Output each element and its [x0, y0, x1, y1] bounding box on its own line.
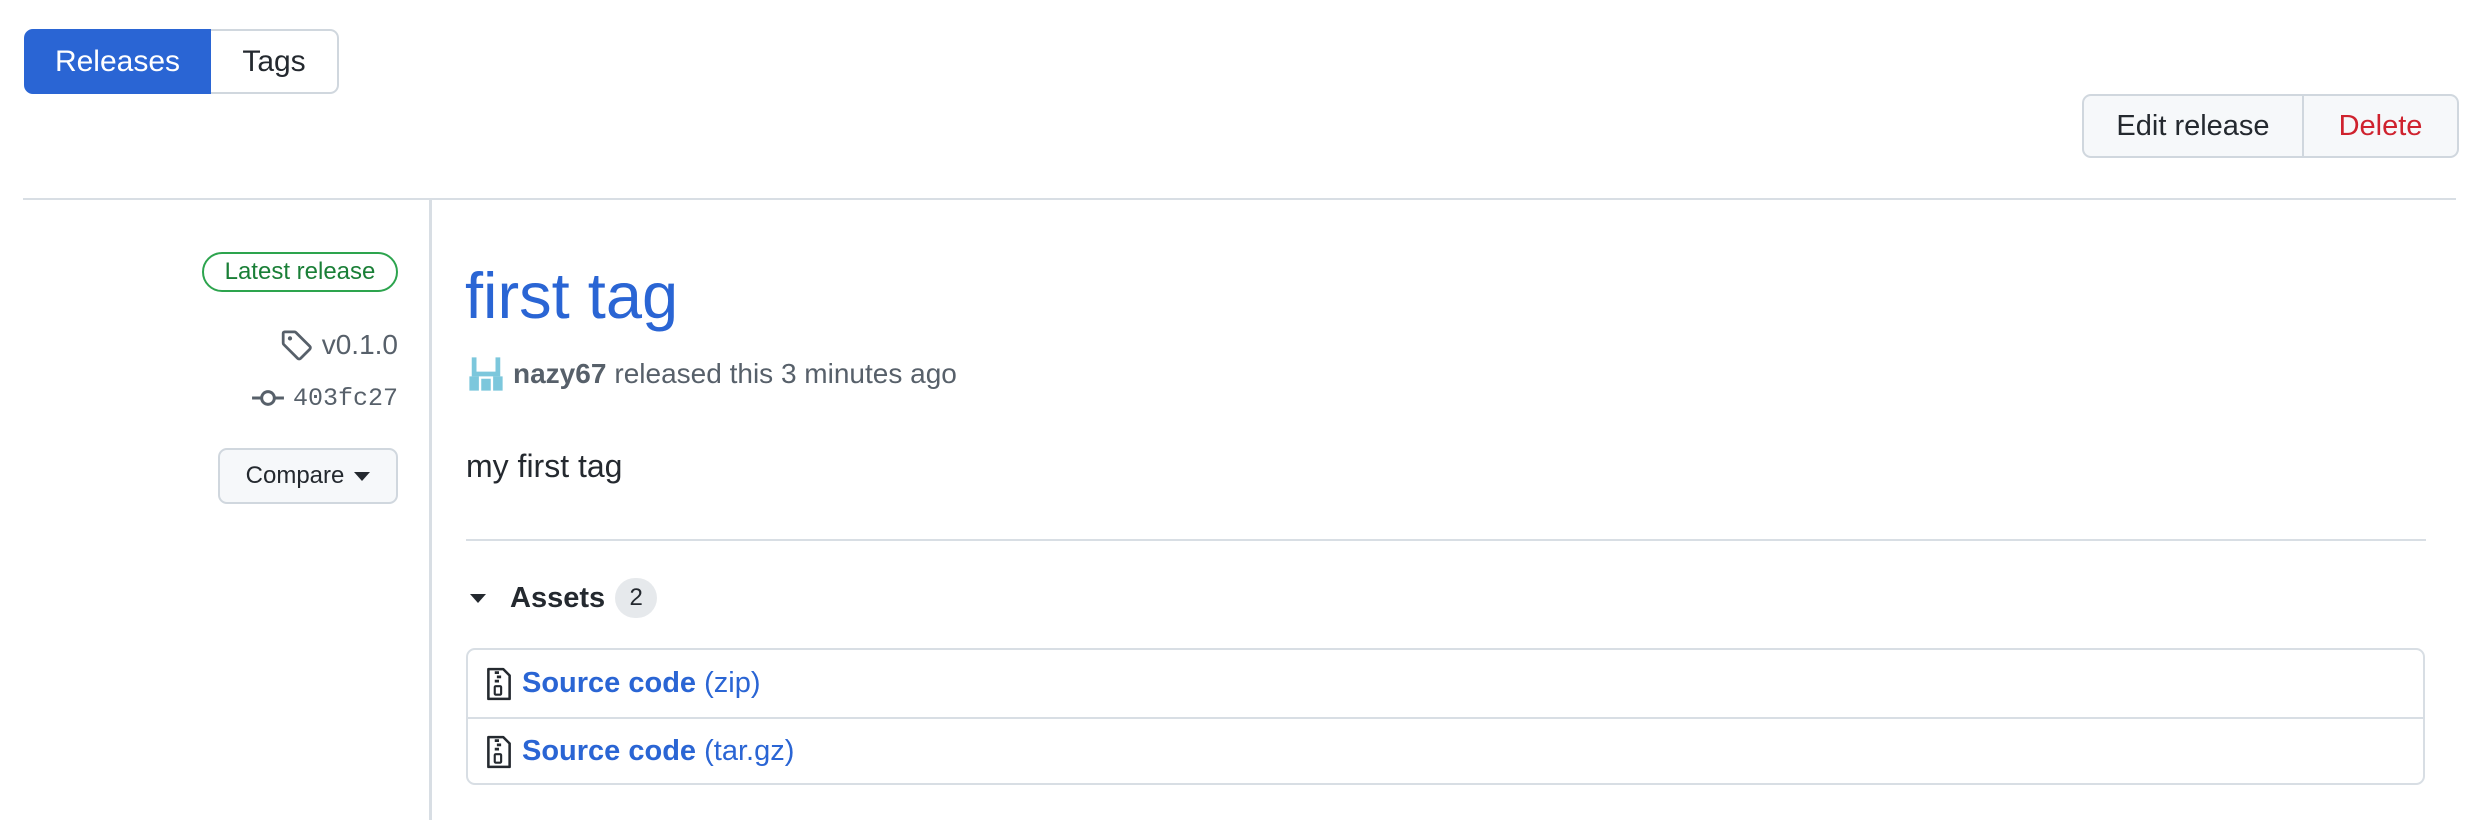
assets-toggle[interactable]: Assets 2 [470, 578, 658, 618]
compare-label: Compare [245, 462, 345, 489]
file-zip-icon [487, 667, 511, 700]
tag-icon [281, 330, 312, 361]
tag-link[interactable]: v0.1.0 [280, 328, 398, 362]
release-actions: Edit release Delete [2082, 94, 2459, 158]
asset-ext: (zip) [704, 667, 761, 699]
source-code-targz-link[interactable]: Source code (tar.gz) [522, 735, 794, 768]
tab-tags[interactable]: Tags [211, 29, 339, 94]
tab-releases[interactable]: Releases [24, 29, 211, 94]
latest-release-badge: Latest release [202, 252, 398, 292]
divider [466, 539, 2426, 541]
asset-name: Source code [522, 667, 697, 699]
assets-count-badge: 2 [615, 578, 658, 618]
assets-label: Assets [510, 581, 606, 614]
triangle-down-icon [470, 593, 486, 603]
release-notes: my first tag [466, 448, 623, 484]
list-item: Source code (zip) [468, 650, 2423, 717]
commit-sha: 403fc27 [292, 383, 398, 413]
source-code-zip-link[interactable]: Source code (zip) [522, 667, 761, 700]
release-byline: nazy67 released this 3 minutes ago [467, 354, 957, 394]
delete-button[interactable]: Delete [2304, 94, 2459, 158]
author-link[interactable]: nazy67 [513, 358, 606, 390]
commit-link[interactable]: 403fc27 [251, 381, 398, 415]
timeline-line [429, 200, 432, 820]
asset-name: Source code [522, 735, 697, 767]
compare-button[interactable]: Compare [218, 448, 398, 504]
release-time: released this 3 minutes ago [614, 358, 957, 389]
file-zip-icon [487, 735, 511, 768]
assets-list: Source code (zip) Source code (tar.gz) [466, 648, 2425, 785]
list-item: Source code (tar.gz) [468, 717, 2423, 784]
release-title[interactable]: first tag [465, 256, 678, 336]
asset-ext: (tar.gz) [704, 735, 795, 767]
avatar[interactable] [467, 355, 505, 393]
edit-release-button[interactable]: Edit release [2082, 94, 2304, 158]
caret-down-icon [354, 471, 371, 481]
commit-icon [252, 390, 284, 406]
divider [23, 198, 2456, 200]
tag-name: v0.1.0 [321, 329, 398, 360]
releases-tags-tabnav: Releases Tags [24, 29, 339, 94]
